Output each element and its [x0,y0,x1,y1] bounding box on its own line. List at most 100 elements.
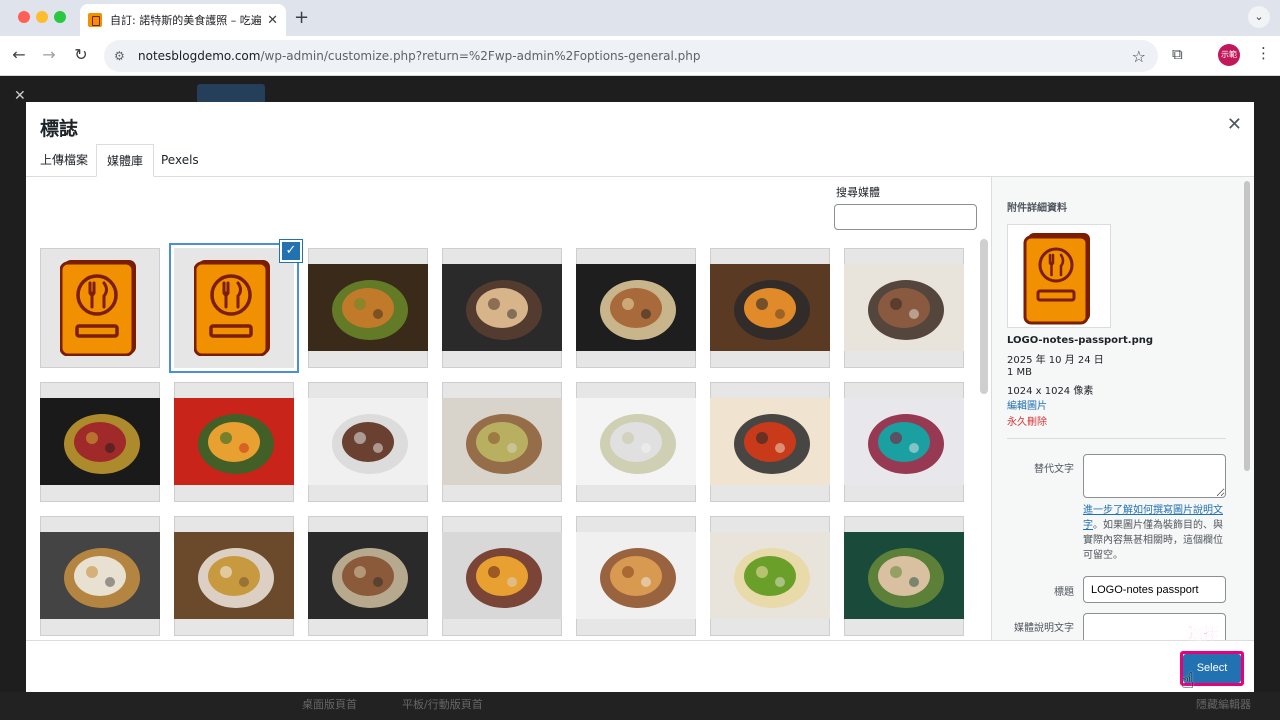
new-tab-button[interactable]: + [294,7,309,28]
favicon-icon [88,13,102,27]
food-photo-image [308,264,428,351]
attachment-details-sidebar: 附件詳細資料 LOGO-notes-passport.png 2025 年 10… [991,177,1254,640]
food-photo-image [442,532,562,619]
back-arrow-icon[interactable]: ← [8,45,30,64]
food-photo-image [442,264,562,351]
attachment-details-heading: 附件詳細資料 [1007,203,1067,214]
customizer-footer: 桌面版頁首 平板/行動版頁首 隱藏編輯器 [0,692,1280,720]
media-toolbar [26,640,1254,692]
media-item[interactable] [442,516,562,636]
passport-logo-icon [60,260,136,356]
alt-text-help-text: 。如果圖片僅為裝飾目的、與實際內容無甚相關時，這個欄位可留空。 [1083,520,1223,561]
caption-label: 媒體說明文字 [1014,623,1074,634]
food-photo-image [844,532,964,619]
modal-close-icon[interactable]: ✕ [1227,114,1242,135]
media-item[interactable] [710,382,830,502]
media-item[interactable] [174,248,294,368]
title-field[interactable] [1083,576,1226,603]
url-host: notesblogdemo.com [138,49,261,63]
media-item[interactable] [844,248,964,368]
food-photo-image [844,398,964,485]
media-item[interactable] [576,516,696,636]
media-item[interactable] [576,248,696,368]
tab-media-library[interactable]: 媒體庫 [96,144,155,177]
media-item[interactable] [40,516,160,636]
media-item[interactable] [442,248,562,368]
food-photo-image [174,398,294,485]
profile-avatar[interactable]: 示範 [1218,44,1240,66]
media-item[interactable] [710,516,830,636]
browser-tab[interactable]: 自訂: 諾特斯的美食護照 – 吃遍 ✕ [80,4,286,36]
media-item[interactable] [710,248,830,368]
food-photo-image [576,264,696,351]
food-photo-image [576,398,696,485]
footer-tab-desktop: 桌面版頁首 [302,698,357,711]
extensions-puzzle-icon[interactable]: ⧉ [1172,45,1183,63]
window-zoom-button[interactable] [54,11,66,23]
food-photo-image [710,264,830,351]
media-item[interactable] [308,248,428,368]
passport-logo-icon [1023,233,1090,325]
alt-text-field[interactable] [1083,454,1226,498]
tab-close-icon[interactable]: ✕ [267,13,278,28]
food-photo-image [442,398,562,485]
browser-tab-bar: 自訂: 諾特斯的美食護照 – 吃遍 ✕ + ⌄ [0,0,1280,36]
url-path: /wp-admin/customize.php?return=%2Fwp-adm… [260,49,701,63]
food-photo-image [308,532,428,619]
customizer-close-icon: ✕ [14,88,26,104]
food-photo-image [308,398,428,485]
food-photo-image [576,532,696,619]
food-photo-image [40,398,160,485]
browser-toolbar: ← → ↻ ⚙ notesblogdemo.com/wp-admin/custo… [0,36,1280,76]
media-modal: 標誌 ✕ 上傳檔案 媒體庫 Pexels 搜尋媒體 ✓ 附件詳細資料 LOGO-… [26,102,1254,694]
window-minimize-button[interactable] [36,11,48,23]
attachment-thumbnail [1007,224,1111,328]
attachment-filename: LOGO-notes-passport.png [1007,335,1154,346]
footer-tab-tablet: 平板/行動版頁首 [402,698,483,711]
media-item[interactable] [40,248,160,368]
food-photo-image [710,398,830,485]
tab-search-chevron-icon[interactable]: ⌄ [1248,6,1270,28]
media-item[interactable] [844,382,964,502]
attachment-date: 2025 年 10 月 24 日 [1007,355,1104,366]
tab-pexels[interactable]: Pexels [151,144,209,177]
sidebar-scrollbar[interactable] [1244,181,1250,471]
select-callout-label: 選擇 [1188,624,1219,642]
modal-title: 標誌 [40,118,79,140]
tab-title: 自訂: 諾特斯的美食護照 – 吃遍 [110,14,262,27]
media-item[interactable] [576,382,696,502]
media-item[interactable] [308,516,428,636]
hand-pointer-icon: ☝ [1181,669,1195,694]
food-photo-image [710,532,830,619]
alt-text-label: 替代文字 [1034,464,1074,475]
title-label: 標題 [1054,587,1074,598]
media-item[interactable] [844,516,964,636]
reload-icon[interactable]: ↻ [70,45,92,64]
search-media-label: 搜尋媒體 [836,186,880,199]
media-router-tabs: 上傳檔案 媒體庫 Pexels [26,144,1254,177]
media-item[interactable] [174,516,294,636]
media-item[interactable] [308,382,428,502]
alt-text-help: 進一步了解如何撰寫圖片說明文字。如果圖片僅為裝飾目的、與實際內容無甚相關時，這個… [1083,503,1226,563]
media-grid-scrollbar[interactable] [980,239,988,394]
footer-hide-editor: 隱藏編輯器 [1196,698,1251,711]
food-photo-image [844,264,964,351]
selected-check-icon[interactable]: ✓ [280,240,302,262]
address-bar[interactable]: ⚙ notesblogdemo.com/wp-admin/customize.p… [104,40,1158,72]
bookmark-star-icon[interactable]: ☆ [1132,47,1146,66]
tab-upload-files[interactable]: 上傳檔案 [30,144,98,177]
more-vertical-icon[interactable]: ⋮ [1256,44,1271,62]
url-text[interactable]: notesblogdemo.com/wp-admin/customize.php… [138,49,1132,63]
media-item[interactable] [40,382,160,502]
media-item[interactable] [442,382,562,502]
attachment-size: 1 MB [1007,367,1033,378]
search-media-input[interactable] [834,204,977,230]
food-photo-image [174,532,294,619]
site-settings-icon[interactable]: ⚙ [114,49,128,63]
edit-image-link[interactable]: 編輯圖片 [1007,397,1047,412]
media-item[interactable] [174,382,294,502]
forward-arrow-icon[interactable]: → [38,45,60,64]
passport-logo-icon [194,260,270,356]
delete-permanently-link[interactable]: 永久刪除 [1007,413,1047,428]
window-close-button[interactable] [18,11,30,23]
